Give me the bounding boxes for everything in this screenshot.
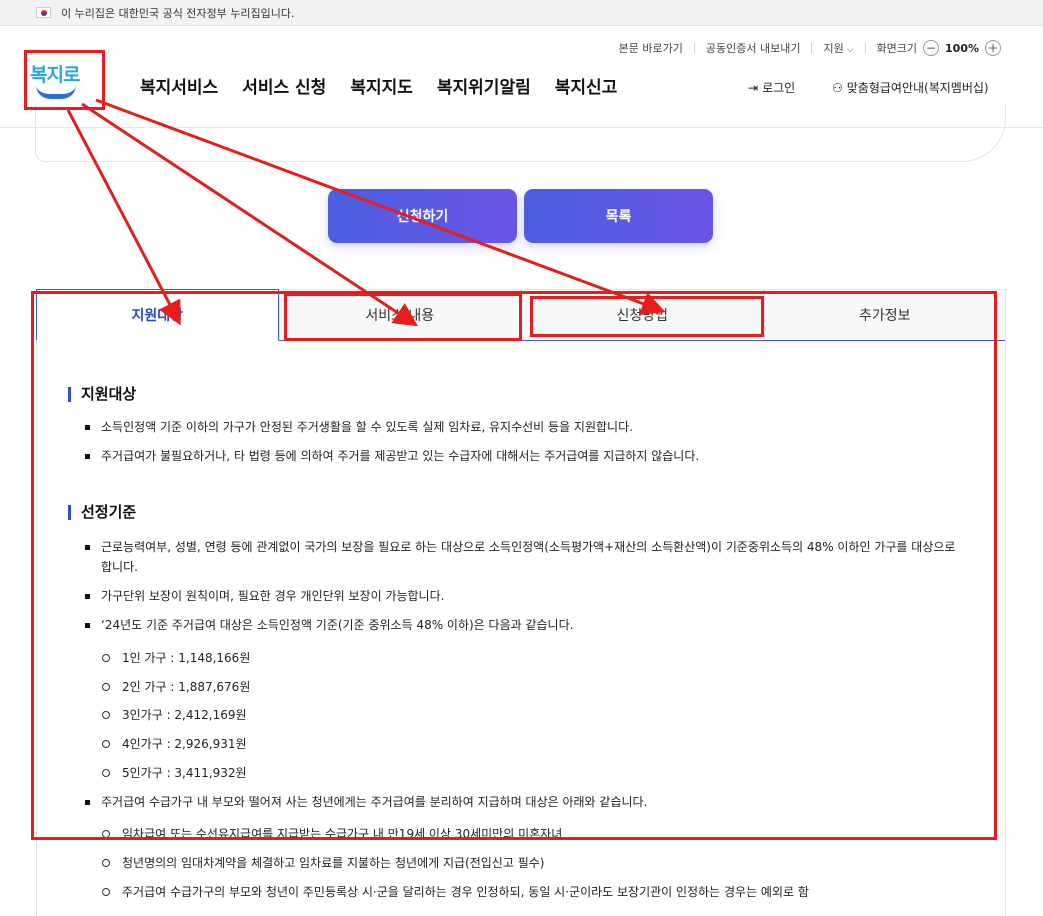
skip-to-content-link[interactable]: 본문 바로가기 [619, 40, 683, 56]
nav-service-apply[interactable]: 서비스 신청 [242, 73, 326, 98]
list-item: ‘24년도 기준 주거급여 대상은 소득인정액 기준(기준 중위소득 48% 이… [84, 615, 573, 635]
custom-benefit-link[interactable]: ⚇ 맞춤형급여안내(복지멤버십) [832, 79, 989, 96]
zoom-in-button[interactable]: + [985, 40, 1001, 56]
korea-flag-icon [36, 7, 51, 18]
utility-bar: 본문 바로가기 공동인증서 내보내기 지원 ⌵ 화면크기 − 100% + [619, 40, 1007, 56]
section-title-criteria: 선정기준 [68, 505, 136, 520]
login-link[interactable]: ⇥ 로그인 [748, 79, 795, 96]
sub-list-item: 2인 가구 : 1,887,676원 [101, 678, 250, 696]
tab-service-content[interactable]: 서비스 내용 [278, 289, 521, 340]
sub-list-item: 1인 가구 : 1,148,166원 [101, 649, 250, 667]
sub-list-item: 청년명의의 임대차계약을 체결하고 임차료를 지불하는 청년에게 지급(전입신고… [101, 854, 544, 872]
sub-list-item: 5인가구 : 3,411,932원 [102, 764, 247, 782]
tab-additional-info[interactable]: 추가정보 [763, 289, 1006, 340]
zoom-label: 화면크기 [876, 42, 918, 55]
gov-banner: 이 누리집은 대한민국 공식 전자정부 누리집입니다. [0, 0, 1043, 26]
list-item: 소득인정액 기준 이하의 가구가 안정된 주거생활을 할 수 있도록 실제 임차… [85, 417, 633, 437]
main-nav: 복지서비스 서비스 신청 복지지도 복지위기알림 복지신고 [140, 73, 617, 98]
tab-target[interactable]: 지원대상 [36, 289, 279, 341]
list-item: 근로능력여부, 성별, 연령 등에 관계없이 국가의 보장을 필요로 하는 대상… [85, 537, 958, 577]
list-button[interactable]: 목록 [524, 189, 713, 243]
zoom-out-button[interactable]: − [923, 40, 940, 56]
logo-smile-icon [36, 85, 76, 99]
cert-export-link[interactable]: 공동인증서 내보내기 [706, 40, 801, 56]
bokjiro-logo[interactable]: 복지로 [30, 60, 80, 110]
nav-welfare-service[interactable]: 복지서비스 [140, 73, 218, 98]
support-dropdown[interactable]: 지원 ⌵ [823, 40, 853, 56]
divider [693, 43, 695, 53]
logo-text: 복지로 [30, 64, 80, 86]
divider [864, 43, 866, 53]
tab-apply-method[interactable]: 신청방법 [521, 289, 764, 340]
sub-list-item: 임차급여 또는 수선유지급여를 지급받는 수급가구 내 만19세 이상 30세미… [101, 825, 562, 843]
custom-benefit-label: 맞춤형급여안내(복지멤버십) [846, 81, 989, 95]
apply-button[interactable]: 신청하기 [328, 189, 517, 243]
detail-tabs: 지원대상 서비스 내용 신청방법 추가정보 [36, 289, 1006, 341]
sub-list-item: 3인가구 : 2,412,169원 [102, 706, 247, 724]
login-icon: ⇥ [748, 80, 759, 95]
list-item: 주거급여 수급가구 내 부모와 떨어져 사는 청년에게는 주거급여를 분리하여 … [84, 792, 647, 812]
zoom-value: 100% [945, 41, 979, 55]
list-item: 주거급여가 불필요하거나, 타 법령 등에 의하여 주거를 제공받고 있는 수급… [84, 446, 699, 466]
divider [811, 43, 813, 53]
nav-crisis-alert[interactable]: 복지위기알림 [437, 73, 531, 98]
nav-welfare-report[interactable]: 복지신고 [555, 73, 618, 98]
login-label: 로그인 [762, 81, 796, 95]
section-title-target: 지원대상 [68, 387, 136, 402]
sub-list-item: 4인가구 : 2,926,931원 [102, 735, 247, 753]
sub-list-item: 주거급여 수급가구의 부모와 청년이 주민등록상 시·군을 달리하는 경우 인정… [102, 883, 809, 901]
chevron-down-icon: ⌵ [846, 45, 854, 55]
gov-banner-text: 이 누리집은 대한민국 공식 전자정부 누리집입니다. [61, 6, 295, 20]
list-item: 가구단위 보장이 원칙이며, 필요한 경우 개인단위 보장이 가능합니다. [84, 586, 444, 606]
user-plus-icon: ⚇ [832, 80, 843, 95]
support-label: 지원 [823, 42, 844, 55]
summary-box-bottom [35, 105, 1006, 162]
nav-welfare-map[interactable]: 복지지도 [350, 73, 413, 98]
